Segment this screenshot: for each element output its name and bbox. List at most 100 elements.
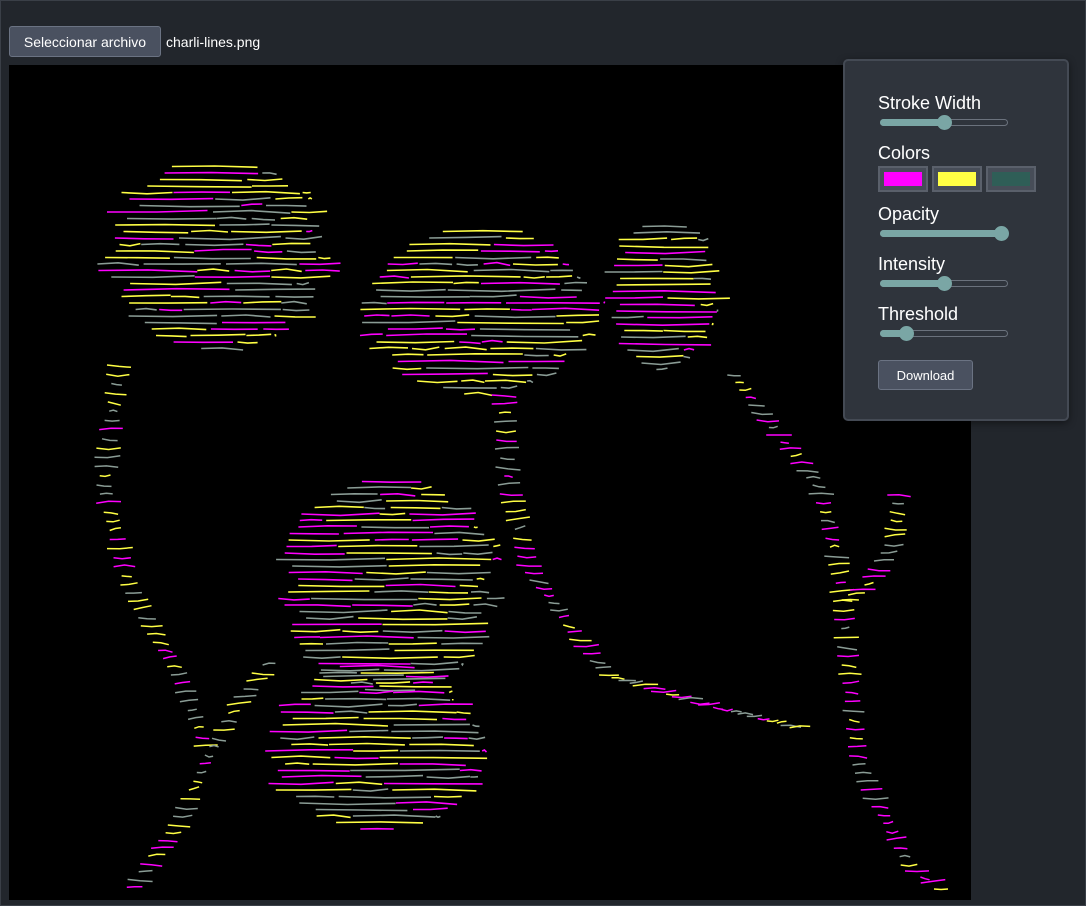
art-stroke [306,229,313,233]
art-stroke [399,763,466,767]
opacity-thumb[interactable] [994,226,1009,241]
art-stroke [113,564,136,568]
art-stroke [920,878,946,884]
art-stroke [179,698,199,703]
art-stroke [824,555,850,559]
art-stroke [419,544,489,548]
art-stroke [158,839,178,843]
art-stroke [243,300,282,304]
threshold-thumb[interactable] [899,326,915,341]
colors-label: Colors [878,143,931,163]
art-stroke [119,242,141,247]
art-stroke [790,452,802,458]
art-stroke [380,295,470,298]
art-stroke [544,594,554,598]
art-stroke [290,628,341,633]
art-stroke [360,671,434,675]
art-stroke [511,308,532,311]
art-stroke [138,616,156,620]
art-stroke [500,385,518,390]
art-stroke [854,771,872,775]
art-stroke [457,321,564,325]
art-stroke [443,386,497,389]
art-stroke [284,604,351,608]
art-stroke [595,666,612,669]
art-stroke [643,686,666,691]
art-stroke [311,597,418,601]
art-stroke [496,439,517,443]
art-stroke [386,268,468,273]
intensity-slider[interactable] [880,276,1008,292]
download-button[interactable]: Download [878,360,973,390]
art-stroke [391,609,448,614]
art-stroke [284,552,345,556]
art-stroke [776,720,787,724]
art-stroke [233,694,257,698]
threshold-slider[interactable] [880,326,1008,342]
art-stroke [766,719,779,723]
art-stroke [464,391,493,397]
art-stroke [225,262,297,266]
art-stroke [411,486,432,490]
art-stroke [376,340,455,344]
art-stroke [350,768,460,772]
art-stroke [505,237,534,240]
opacity-slider[interactable] [880,226,1009,242]
art-stroke [409,242,491,246]
art-stroke [611,676,625,680]
stroke-width-slider[interactable] [880,115,1008,131]
stroke-width-thumb[interactable] [937,115,952,130]
art-stroke [712,706,724,711]
art-stroke [107,209,208,213]
art-stroke [133,604,152,611]
art-stroke [98,269,198,273]
art-stroke [393,723,470,726]
art-stroke [890,519,903,523]
art-stroke [576,276,581,279]
art-stroke [433,795,462,798]
art-stroke [779,447,802,451]
art-stroke [101,438,118,442]
art-stroke [780,441,790,445]
art-stroke [633,230,701,234]
art-stroke [426,366,529,370]
art-stroke [429,235,502,239]
art-stroke [443,654,475,659]
art-stroke [667,297,730,300]
color-swatch-1[interactable] [878,166,928,192]
color-swatch-2[interactable] [932,166,982,192]
intensity-thumb[interactable] [937,276,952,291]
art-stroke [516,564,542,567]
art-stroke [379,512,406,516]
art-stroke [563,624,575,629]
select-file-button[interactable]: Seleccionar archivo [9,26,161,57]
art-stroke [460,663,464,667]
art-stroke [825,537,840,541]
art-stroke [871,805,889,809]
art-stroke [280,736,315,741]
art-stroke [845,691,859,695]
art-stroke [323,674,404,678]
art-stroke [757,717,770,721]
art-stroke [873,558,894,562]
art-stroke [751,411,773,416]
art-stroke [114,237,174,240]
art-stroke [392,367,422,371]
selected-file-name: charli-lines.png [166,33,261,50]
color-swatch-3[interactable] [986,166,1036,192]
art-stroke [251,672,275,676]
art-stroke [441,506,472,510]
art-stroke [387,262,418,266]
art-stroke [899,854,911,858]
art-stroke [410,578,473,581]
art-stroke [812,484,826,489]
art-stroke [152,641,169,646]
art-stroke [618,237,668,241]
art-stroke [860,788,883,791]
art-stroke [174,690,197,694]
art-stroke [307,196,313,200]
art-stroke [683,355,691,359]
art-stroke [544,250,559,253]
art-stroke [618,342,712,346]
art-stroke [158,649,173,653]
